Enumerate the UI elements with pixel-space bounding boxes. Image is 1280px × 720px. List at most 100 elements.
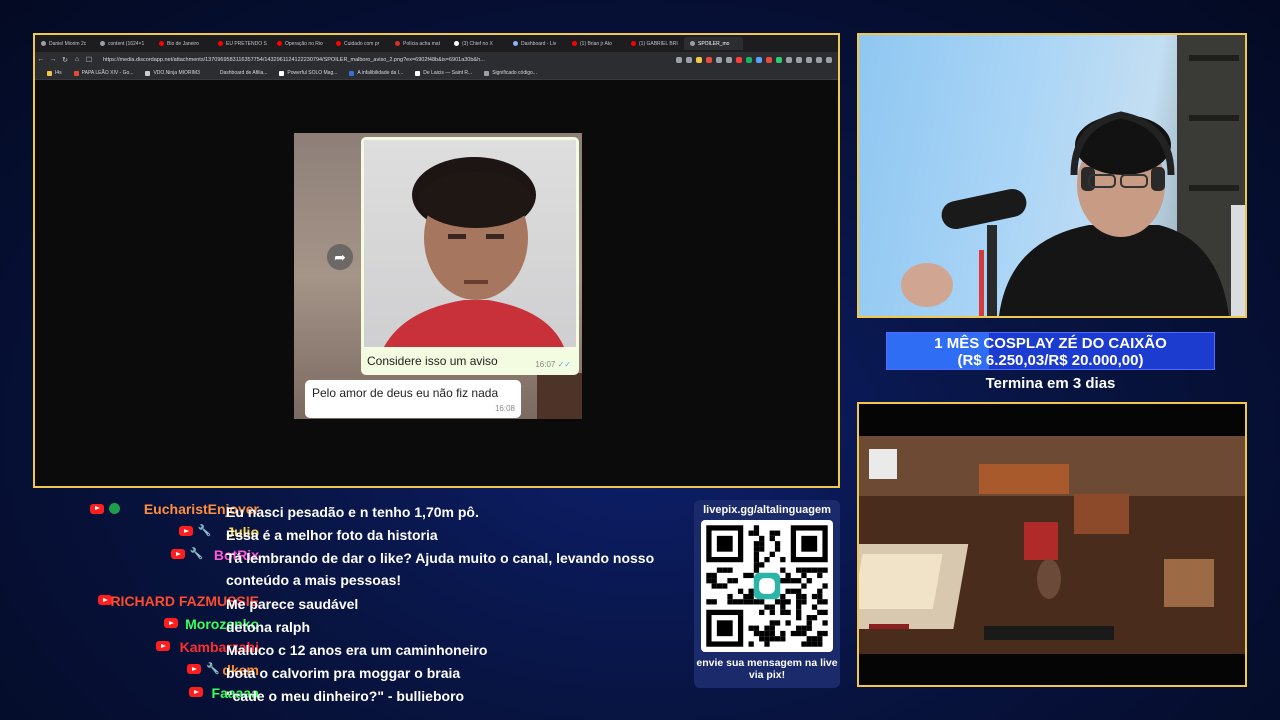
read-receipt-icon: ✓✓ <box>557 360 571 369</box>
music-icon[interactable] <box>806 56 812 63</box>
bookmark-favicon-icon <box>145 70 151 76</box>
browser-capture: Daniel Miorim 2c content (1624×1 Bio de Ja… <box>33 33 840 488</box>
chat-message: 🔧 BotRix Tá lembrando de dar o like? Ajuda… <box>40 545 680 591</box>
message-time: 16:07 ✓✓ <box>535 360 571 369</box>
browser-tab[interactable]: (1) GABRIEL BRI <box>625 37 684 50</box>
profile-icon[interactable] <box>816 56 822 63</box>
bookmark-favicon-icon <box>73 70 79 76</box>
bookmark-item[interactable]: I4s <box>47 70 62 76</box>
tab-label: Cuidado com pr <box>344 40 380 47</box>
bookmark-label: PAPA LEÃO XIV - Go... <box>81 70 134 76</box>
tab-favicon-icon <box>690 41 695 46</box>
extension-icon[interactable] <box>726 56 732 63</box>
member-badge-icon <box>109 503 121 514</box>
bookmark-label: I4s <box>55 70 62 76</box>
menu-icon[interactable] <box>826 56 832 63</box>
browser-tab[interactable]: Daniel Miorim 2c <box>35 37 94 50</box>
tab-favicon-icon <box>454 41 459 46</box>
livepix-url[interactable]: livepix.gg/altalinguagem <box>694 504 840 516</box>
livepix-qr-panel: livepix.gg/altalinguagem envie sua mensa… <box>694 500 840 688</box>
bookmark-item[interactable]: VDO.Ninja MIORIM3 <box>145 70 200 76</box>
extension-icon[interactable] <box>796 56 802 63</box>
share-icon[interactable] <box>686 56 692 63</box>
bookmark-item[interactable]: Dashboard de Afilia... <box>211 70 267 76</box>
livepix-cta: envie sua mensagem na live via pix! <box>696 657 838 681</box>
chat-badges <box>164 618 179 628</box>
chat-message: Faaaaa "cade o meu dinheiro?" - bulliebor… <box>40 683 680 706</box>
bookmark-item[interactable]: De Laicis — Saint R... <box>415 70 472 76</box>
url-field[interactable]: https://media.discordapp.net/attachments… <box>103 57 503 63</box>
bookmark-label: De Laicis — Saint R... <box>423 70 473 76</box>
extension-icon[interactable] <box>746 56 752 63</box>
bookmark-item[interactable]: PAPA LEÃO XIV - Go... <box>73 70 134 76</box>
chat-overlay: EucharistEnjoyer Eu nasci pesadão e n ten… <box>40 499 680 706</box>
tab-bar: Daniel Miorim 2c content (1624×1 Bio de Ja… <box>35 35 838 52</box>
tab-favicon-icon <box>218 41 223 46</box>
browser-tab[interactable]: (3) Chief no X <box>448 37 507 50</box>
tab-label: EU PRETENDO S <box>226 40 267 47</box>
youtube-icon <box>178 526 193 536</box>
bookmark-label: Powerful SOLO Mag... <box>287 70 338 76</box>
bookmark-item[interactable]: Powerful SOLO Mag... <box>279 70 337 76</box>
extension-icon[interactable] <box>756 56 762 63</box>
bookmark-item[interactable]: Significado código... <box>484 70 537 76</box>
forward-icon[interactable]: → <box>47 56 59 63</box>
tab-favicon-icon <box>572 41 577 46</box>
browser-tab[interactable]: Cuidado com pr <box>330 37 389 50</box>
browser-tab[interactable]: Operação no Rio <box>271 37 330 50</box>
bookmark-favicon-icon <box>415 70 421 76</box>
wrench-icon: 🔧 <box>189 548 204 560</box>
goal-ends: Termina em 3 dias <box>985 375 1116 392</box>
forward-icon[interactable]: ➦ <box>327 244 353 270</box>
browser-tab[interactable]: SPOILER_mo <box>684 37 743 50</box>
chat-badges <box>189 687 204 697</box>
browser-tab[interactable]: Dashboard - Liv <box>507 37 566 50</box>
extension-icon[interactable] <box>766 56 772 63</box>
tab-label: Polícia acha mat <box>403 40 440 47</box>
chat-message: 🔧 Julio Essa é a melhor foto da historia <box>40 522 680 545</box>
bookmark-item[interactable]: A infalibilidade da I... <box>349 70 403 76</box>
chat-text: Eu nasci pesadão e n tenho 1,70m pô. <box>226 504 479 520</box>
tab-favicon-icon <box>159 41 164 46</box>
chat-badges <box>156 641 170 651</box>
wrench-icon: 🔧 <box>206 663 220 675</box>
bookmarks-bar: I4s PAPA LEÃO XIV - Go... VDO.Ninja MIORIM… <box>35 67 838 80</box>
whatsapp-screenshot: ➦ Considere isso um aviso 16:07 ✓✓ Pelo … <box>294 133 582 419</box>
goal-progress-bar: 1 MÊS COSPLAY ZÉ DO CAIXÃO (R$ 6.250,03/… <box>886 332 1215 370</box>
extension-icon[interactable] <box>736 56 742 63</box>
qr-code[interactable] <box>701 520 833 652</box>
message-text: Pelo amor de deus eu não fiz nada <box>312 386 499 400</box>
zoom-icon[interactable] <box>676 56 682 63</box>
chat-message: RICHARD FAZMUSSIE Me parece saudável <box>40 591 680 614</box>
browser-tab[interactable]: content (1624×1 <box>94 37 153 50</box>
shield-icon[interactable] <box>706 56 712 63</box>
youtube-icon <box>164 618 179 628</box>
home-icon[interactable]: ⌂ <box>71 56 83 63</box>
back-icon[interactable]: ← <box>35 56 47 63</box>
browser-tab[interactable]: Polícia acha mat <box>389 37 448 50</box>
star-icon[interactable] <box>696 56 702 63</box>
chat-message: Morozenko detona ralph <box>40 614 680 637</box>
reload-icon[interactable]: ↻ <box>59 56 71 64</box>
browser-tab[interactable]: (1) Brian jr Ato <box>566 37 625 50</box>
tab-favicon-icon <box>513 41 518 46</box>
chat-text: Essa é a melhor foto da historia <box>226 527 438 543</box>
message-time: 16:08 <box>494 404 515 413</box>
extension-icon[interactable] <box>786 56 792 63</box>
browser-tab[interactable]: EU PRETENDO S <box>212 37 271 50</box>
chat-text: Me parece saudável <box>226 596 359 612</box>
bookmark-icon[interactable]: ☐ <box>83 56 95 64</box>
youtube-icon <box>189 687 204 697</box>
bookmark-favicon-icon <box>211 70 217 76</box>
browser-tab[interactable]: Bio de Janeiro <box>153 37 212 50</box>
youtube-icon <box>187 664 202 674</box>
extension-icon[interactable] <box>716 56 722 63</box>
goal-label: 1 MÊS COSPLAY ZÉ DO CAIXÃO (R$ 6.250,03/… <box>887 335 1214 369</box>
image-viewer: ➦ Considere isso um aviso 16:07 ✓✓ Pelo … <box>35 80 838 485</box>
address-bar-row: ← → ↻ ⌂ ☐ https://media.discordapp.net/a… <box>35 52 838 67</box>
portrait-photo <box>364 140 576 347</box>
tab-label: content (1624×1 <box>108 40 145 47</box>
bookmark-favicon-icon <box>47 70 52 76</box>
extension-icon[interactable] <box>776 56 782 63</box>
message-bubble-text: Pelo amor de deus eu não fiz nada 16:08 <box>305 380 521 418</box>
